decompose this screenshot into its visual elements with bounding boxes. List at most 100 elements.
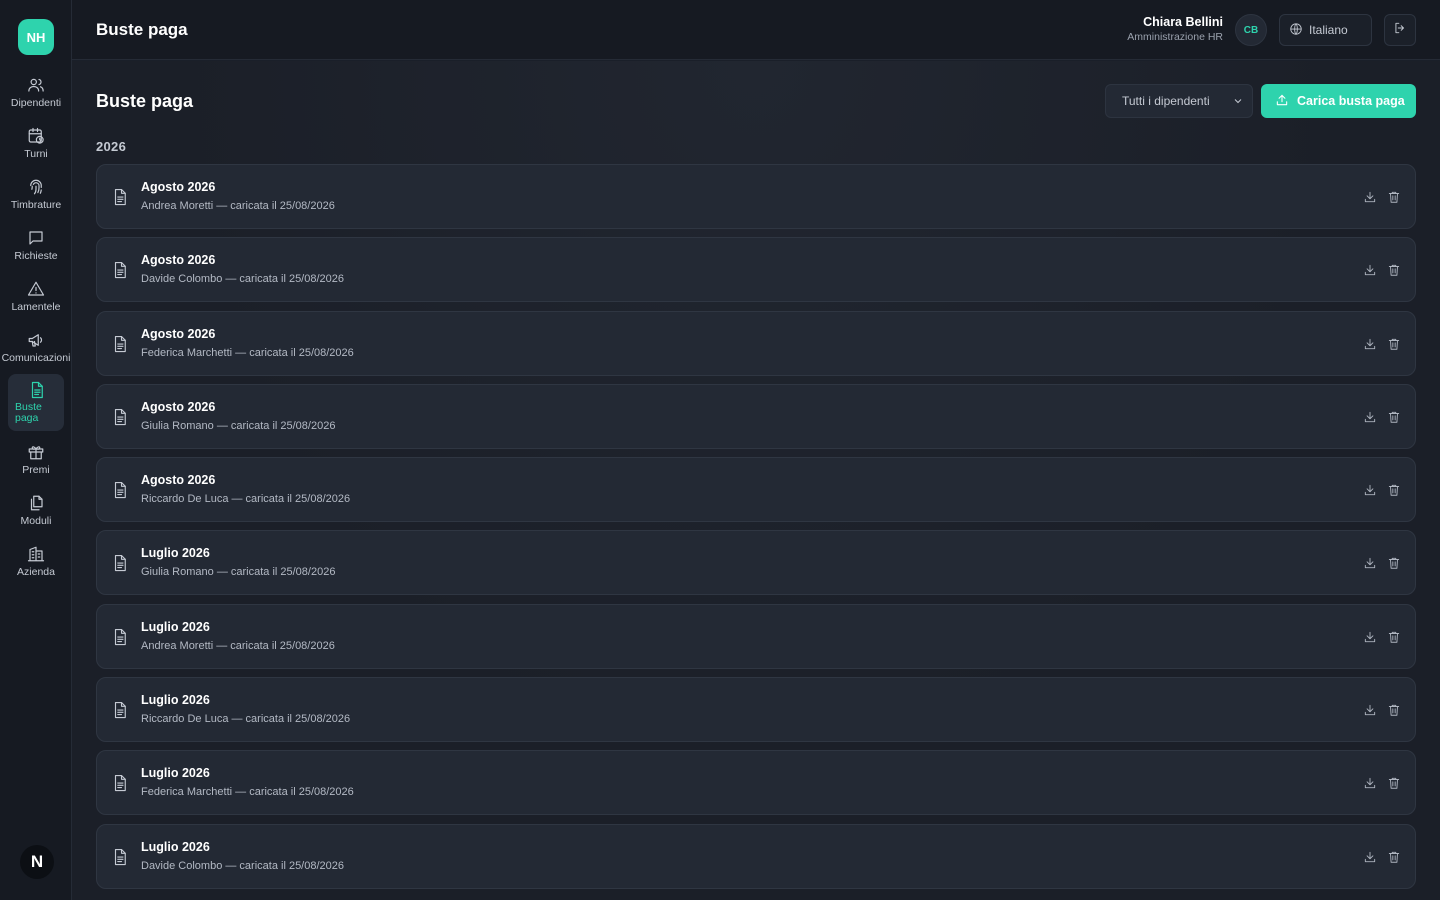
file-text-icon	[28, 381, 46, 399]
delete-button[interactable]	[1386, 482, 1402, 498]
page-title: Buste paga	[96, 91, 194, 111]
download-button[interactable]	[1362, 482, 1378, 498]
payslip-month: Agosto 2026	[141, 473, 216, 488]
payslip-meta: Giulia Romano — caricata il 25/08/2026	[141, 419, 336, 432]
trash-icon	[1388, 851, 1400, 863]
logout-button[interactable]	[1384, 14, 1416, 46]
sidebar-item-label: Buste paga	[15, 401, 42, 424]
payslip-meta: Davide Colombo — caricata il 25/08/2026	[141, 859, 345, 872]
files-icon	[27, 494, 45, 512]
file-text-icon	[111, 261, 129, 279]
delete-button[interactable]	[1386, 262, 1402, 278]
upload-icon	[1275, 93, 1289, 110]
upload-label: Carica busta paga	[1297, 94, 1405, 108]
trash-icon	[1388, 338, 1400, 350]
download-icon	[1364, 704, 1376, 716]
file-text-icon	[111, 408, 129, 426]
payslip-row[interactable]: Luglio 2026 Riccardo De Luca — caricata i…	[96, 677, 1416, 743]
upload-payslip-button[interactable]: Carica busta paga	[1261, 84, 1416, 118]
payslip-month: Luglio 2026	[141, 839, 210, 854]
payslip-month: Agosto 2026	[141, 399, 216, 414]
alert-triangle-icon	[27, 280, 45, 298]
payslip-row[interactable]: Agosto 2026 Davide Colombo — caricata il …	[96, 237, 1416, 303]
calendar-clock-icon	[27, 127, 45, 145]
message-square-icon	[27, 229, 45, 247]
payslip-row[interactable]: Agosto 2026 Federica Marchetti — caricata…	[96, 310, 1416, 376]
sidebar-item-label: Moduli	[20, 515, 52, 527]
delete-button[interactable]	[1386, 189, 1402, 205]
delete-button[interactable]	[1386, 409, 1402, 425]
sidebar-item-buste-paga[interactable]: Buste paga	[8, 374, 64, 431]
sidebar-item-comunicazioni[interactable]: Comunicazioni	[0, 331, 72, 379]
trash-icon	[1388, 485, 1400, 496]
employee-filter-select[interactable]: Tutti i dipendenti	[1105, 84, 1253, 118]
download-button[interactable]	[1362, 775, 1378, 791]
delete-button[interactable]	[1386, 849, 1402, 865]
sidebar-item-turni[interactable]: Turni	[0, 127, 72, 175]
payslip-row[interactable]: Agosto 2026 Giulia Romano — caricata il 2…	[96, 383, 1416, 449]
payslip-meta: Andrea Moretti — caricata il 25/08/2026	[141, 639, 335, 652]
download-button[interactable]	[1362, 409, 1378, 425]
download-button[interactable]	[1362, 702, 1378, 718]
delete-button[interactable]	[1386, 336, 1402, 352]
payslip-row[interactable]: Agosto 2026 Andrea Moretti — caricata il …	[96, 164, 1416, 229]
delete-button[interactable]	[1386, 629, 1402, 645]
sidebar-item-label: Richieste	[14, 250, 58, 262]
download-icon	[1364, 558, 1376, 569]
avatar[interactable]: CB	[1235, 14, 1267, 46]
app-badge[interactable]: N	[20, 845, 54, 879]
sidebar-item-moduli[interactable]: Moduli	[0, 494, 72, 542]
payslip-meta: Federica Marchetti — caricata il 25/08/2…	[141, 346, 354, 359]
sidebar-item-lamentele[interactable]: Lamentele	[0, 280, 72, 328]
main-content: Buste paga Tutti i dipendenti Carica bus…	[72, 61, 1440, 900]
sidebar-item-azienda[interactable]: Azienda	[0, 545, 72, 593]
payslip-list: Agosto 2026 Andrea Moretti — caricata il …	[96, 164, 1416, 897]
download-button[interactable]	[1362, 189, 1378, 205]
payslip-row[interactable]: Luglio 2026 Davide Colombo — caricata il …	[96, 823, 1416, 889]
app-logo[interactable]: NH	[18, 19, 54, 55]
download-icon	[1364, 485, 1376, 496]
download-button[interactable]	[1362, 555, 1378, 571]
sidebar-item-richieste[interactable]: Richieste	[0, 229, 72, 277]
delete-button[interactable]	[1386, 775, 1402, 791]
trash-icon	[1388, 411, 1400, 423]
download-icon	[1364, 191, 1376, 203]
sidebar-item-label: Premi	[22, 464, 50, 476]
download-button[interactable]	[1362, 849, 1378, 865]
payslip-meta: Riccardo De Luca — caricata il 25/08/202…	[141, 713, 351, 726]
payslip-row[interactable]: Luglio 2026 Federica Marchetti — caricata…	[96, 750, 1416, 816]
sidebar-item-dipendenti[interactable]: Dipendenti	[0, 76, 72, 124]
payslip-meta: Davide Colombo — caricata il 25/08/2026	[141, 273, 345, 286]
sidebar-item-timbrature[interactable]: Timbrature	[0, 178, 72, 226]
file-text-icon	[111, 481, 129, 499]
sidebar-item-premi[interactable]: Premi	[0, 443, 72, 491]
sidebar-item-label: Dipendenti	[10, 97, 62, 109]
sidebar-item-label: Timbrature	[10, 199, 62, 211]
payslip-month: Agosto 2026	[141, 180, 216, 194]
delete-button[interactable]	[1386, 702, 1402, 718]
file-text-icon	[111, 554, 129, 572]
trash-icon	[1388, 631, 1400, 643]
download-button[interactable]	[1362, 336, 1378, 352]
users-icon	[27, 76, 45, 94]
payslip-row[interactable]: Luglio 2026 Andrea Moretti — caricata il …	[96, 603, 1416, 669]
download-icon	[1364, 631, 1376, 642]
trash-icon	[1388, 191, 1400, 203]
user-role: Amministrazione HR	[1127, 31, 1223, 43]
download-button[interactable]	[1362, 262, 1378, 278]
globe-icon	[1289, 22, 1303, 39]
logout-icon	[1393, 21, 1407, 40]
payslip-row[interactable]: Agosto 2026 Riccardo De Luca — caricata i…	[96, 457, 1416, 523]
download-icon	[1364, 851, 1376, 862]
delete-button[interactable]	[1386, 555, 1402, 571]
language-selector[interactable]: Italiano	[1279, 14, 1372, 46]
sidebar-item-label: Turni	[24, 148, 48, 160]
building-icon	[27, 545, 45, 563]
payslip-month: Luglio 2026	[141, 546, 210, 561]
payslip-row[interactable]: Luglio 2026 Giulia Romano — caricata il 2…	[96, 530, 1416, 596]
trash-icon	[1388, 704, 1400, 716]
download-button[interactable]	[1362, 629, 1378, 645]
sidebar-item-label: Azienda	[17, 566, 55, 578]
download-icon	[1364, 265, 1376, 276]
trash-icon	[1388, 265, 1400, 277]
